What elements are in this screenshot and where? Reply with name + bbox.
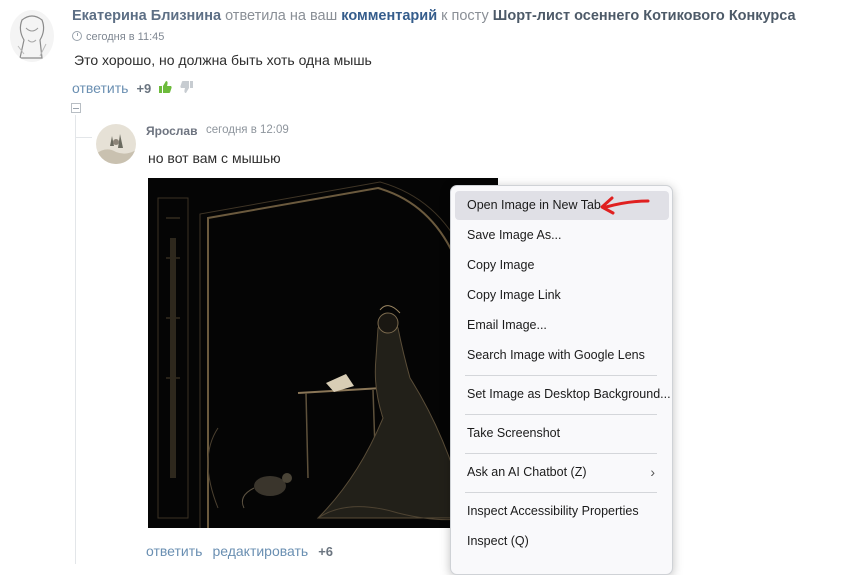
avatar[interactable] [10,10,54,62]
context-menu: Open Image in New Tab Save Image As... C… [450,185,673,575]
menu-item-inspect-accessibility[interactable]: Inspect Accessibility Properties [455,497,669,526]
reply-link[interactable]: ответить [72,80,128,96]
reply-avatar[interactable] [96,124,136,164]
reply-time: сегодня в 12:09 [206,124,289,136]
action-text: ответила на ваш [225,8,338,24]
comment-actions: ответить +9 [72,80,194,96]
menu-item-label: Inspect Accessibility Properties [467,504,639,518]
preposition-text: к посту [441,8,489,24]
reply-text: но вот вам с мышью [148,150,281,166]
thread-line [75,115,76,564]
reply-author[interactable]: Ярослав [146,124,197,138]
menu-item-inspect[interactable]: Inspect (Q) [455,527,669,556]
thumbs-down-icon[interactable] [180,80,194,96]
menu-item-label: Email Image... [467,318,547,332]
reply-score: +6 [318,543,334,559]
comment-text: Это хорошо, но должна быть хоть одна мыш… [74,52,372,68]
reply-image[interactable] [148,178,498,528]
menu-separator [465,492,657,493]
comment-score: +9 [136,80,152,96]
menu-item-email-image[interactable]: Email Image... [455,311,669,340]
menu-item-label: Search Image with Google Lens [467,348,645,362]
menu-item-set-desktop-background[interactable]: Set Image as Desktop Background... [455,380,671,409]
menu-separator [465,414,657,415]
menu-item-label: Set Image as Desktop Background... [467,387,671,401]
menu-item-label: Inspect (Q) [467,534,529,548]
menu-item-label: Copy Image Link [467,288,561,302]
comment-link[interactable]: комментарий [341,8,437,24]
edit-link[interactable]: редактировать [212,543,308,559]
menu-item-label: Copy Image [467,258,535,272]
menu-item-label: Save Image As... [467,228,562,242]
menu-item-ask-ai-chatbot[interactable]: Ask an AI Chatbot (Z) › [455,458,669,487]
chevron-right-icon: › [650,464,655,480]
menu-item-label: Ask an AI Chatbot (Z) [467,465,587,479]
menu-item-copy-image[interactable]: Copy Image [455,251,669,280]
comment-time: сегодня в 11:45 [72,31,164,43]
menu-item-copy-image-link[interactable]: Copy Image Link [455,281,669,310]
menu-item-take-screenshot[interactable]: Take Screenshot [455,419,669,448]
time-text: сегодня в 11:45 [86,31,165,43]
reply-link[interactable]: ответить [146,543,202,559]
collapse-thread-icon[interactable] [71,103,81,113]
menu-item-label: Open Image in New Tab [467,198,601,212]
notification-line: Екатерина Близнина ответила на ваш комме… [72,8,796,24]
thread-branch [76,137,92,138]
clock-icon [72,31,82,41]
thumbs-up-icon[interactable] [159,80,172,96]
red-arrow-annotation [600,196,650,215]
menu-item-save-image[interactable]: Save Image As... [455,221,669,250]
menu-separator [465,453,657,454]
reply-actions: ответить редактировать +6 [146,543,333,559]
menu-item-label: Take Screenshot [467,426,561,440]
post-link[interactable]: Шорт-лист осеннего Котикового Конкурса [493,8,796,24]
menu-item-search-google-lens[interactable]: Search Image with Google Lens [455,341,669,370]
menu-separator [465,375,657,376]
author-link[interactable]: Екатерина Близнина [72,8,221,24]
